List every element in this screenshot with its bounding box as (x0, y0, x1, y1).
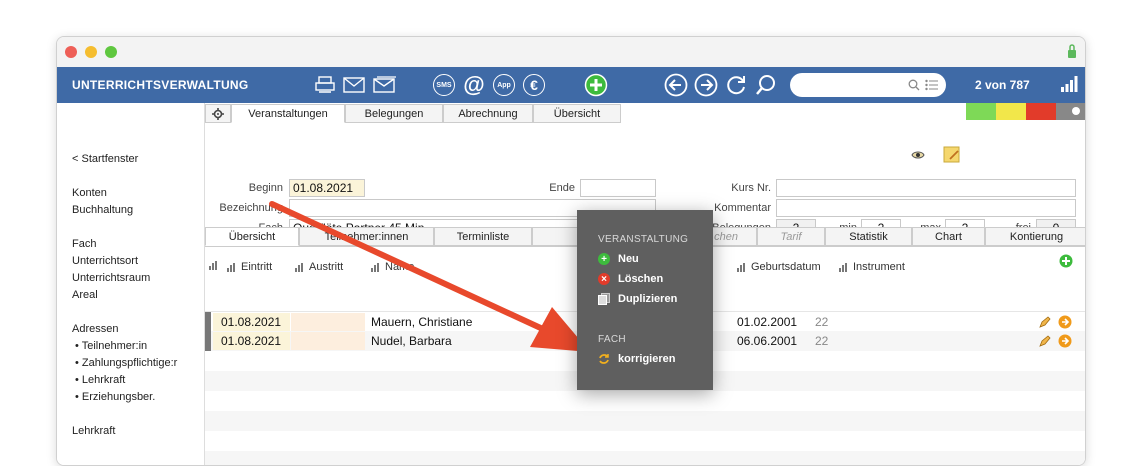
menu-item-neu[interactable]: + Neu (598, 253, 639, 265)
menu-item-loeschen[interactable]: × Löschen (598, 273, 663, 285)
table-row-empty (205, 451, 1085, 465)
popup-section-veranstaltung: VERANSTALTUNG (598, 234, 689, 245)
menu-item-duplizieren[interactable]: Duplizieren (598, 293, 677, 305)
menu-item-korrigieren[interactable]: korrigieren (598, 353, 675, 365)
delete-icon: × (598, 273, 610, 285)
duplicate-icon (598, 293, 610, 305)
plus-icon: + (598, 253, 610, 265)
popup-section-fach: FACH (598, 334, 626, 345)
refresh-icon (598, 353, 610, 365)
context-menu: VERANSTALTUNG + Neu × Löschen Dupliziere… (577, 210, 713, 390)
annotation-arrow (269, 201, 590, 352)
